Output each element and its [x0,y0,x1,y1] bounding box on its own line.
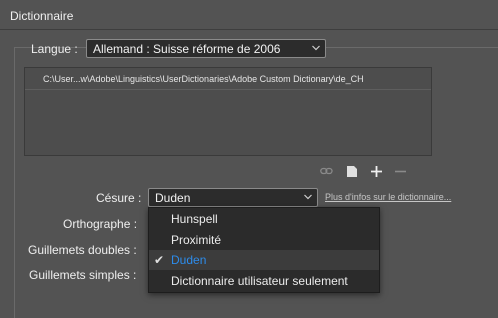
menu-item-user-dictionary-only[interactable]: Dictionnaire utilisateur seulement [149,271,379,291]
chevron-down-icon [312,45,320,51]
hyphenation-dropdown-value: Duden [155,191,191,205]
menu-item-label: Dictionnaire utilisateur seulement [171,274,348,288]
link-icon[interactable] [318,163,334,179]
menu-item-proximite[interactable]: Proximité [149,230,379,250]
spelling-label: Orthographe : [63,217,138,231]
single-quotes-label: Guillemets simples : [29,268,137,282]
menu-item-label: Duden [171,253,207,267]
panel-title: Dictionnaire [10,9,74,23]
plus-icon[interactable] [368,163,384,179]
dictionary-info-link[interactable]: Plus d'infos sur le dictionnaire... [325,192,451,202]
document-icon[interactable] [344,163,360,179]
menu-item-hunspell[interactable]: Hunspell [149,209,379,229]
double-quotes-label: Guillemets doubles : [28,243,137,257]
hyphenation-label: Césure : [96,191,142,205]
language-dropdown[interactable]: Allemand : Suisse réforme de 2006 [86,39,326,58]
checkmark-icon: ✔ [154,253,165,267]
dictionary-list[interactable]: C:\User...w\Adobe\Linguistics\UserDictio… [24,67,432,156]
hyphenation-dropdown[interactable]: Duden [148,188,318,207]
list-divider [25,89,431,90]
minus-icon[interactable] [392,163,408,179]
menu-item-label: Hunspell [171,212,218,226]
menu-item-duden[interactable]: ✔ Duden [149,250,379,270]
chevron-down-icon [304,194,312,200]
dictionary-list-item[interactable]: C:\User...w\Adobe\Linguistics\UserDictio… [43,74,364,84]
language-label: Langue : [31,42,78,56]
title-divider [0,29,498,30]
menu-item-label: Proximité [171,233,222,247]
hyphenation-menu: Hunspell Proximité ✔ Duden Dictionnaire … [148,207,380,293]
language-dropdown-value: Allemand : Suisse réforme de 2006 [93,42,281,56]
